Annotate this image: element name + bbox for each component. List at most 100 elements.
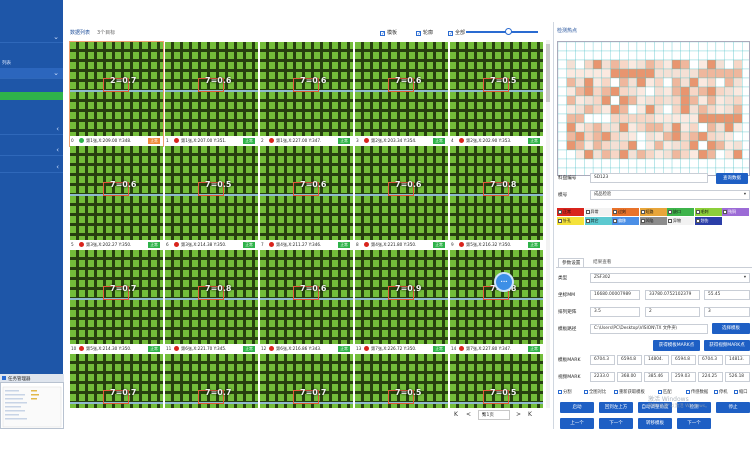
heatmap-cell[interactable] (689, 77, 699, 88)
heatmap-cell[interactable] (663, 122, 673, 133)
grid-pitch-input[interactable]: 3.5 (590, 307, 640, 317)
heatmap-cell[interactable] (698, 104, 708, 115)
heatmap-cell[interactable] (715, 50, 725, 61)
heatmap-cell[interactable] (654, 158, 664, 169)
heatmap-cell[interactable] (663, 86, 673, 97)
heatmap-cell[interactable] (663, 104, 673, 115)
heatmap-cell[interactable] (715, 86, 725, 97)
heatmap-cell[interactable] (584, 149, 594, 160)
heatmap-cell[interactable] (671, 50, 681, 61)
image-tile[interactable]: 7=0.7 (70, 354, 163, 408)
heatmap-cell[interactable] (706, 59, 717, 70)
heatmap-cell[interactable] (698, 59, 708, 70)
heatmap-cell[interactable] (575, 140, 585, 151)
heatmap-cell[interactable] (645, 59, 655, 70)
heatmap-cell[interactable] (566, 104, 576, 115)
heatmap-cell[interactable] (663, 42, 673, 52)
image-tile[interactable]: 7=0.5 4 第2张,X:202.90 Y:353. 正常 (450, 42, 543, 146)
heatmap-cell[interactable] (663, 95, 673, 106)
heatmap-cell[interactable] (566, 77, 576, 88)
status-badge[interactable]: 正常 (338, 242, 350, 248)
position-y-input[interactable]: 33780.0752102379 (645, 290, 700, 300)
heatmap-cell[interactable] (654, 131, 664, 142)
heatmap-cell[interactable] (628, 95, 638, 106)
video-mark-input[interactable]: 526.18 (725, 372, 750, 382)
heatmap-cell[interactable] (575, 50, 585, 61)
defect-tag[interactable]: 短路 (639, 208, 667, 216)
heatmap-cell[interactable] (724, 50, 734, 61)
heatmap-cell[interactable] (654, 68, 664, 79)
heatmap-cell[interactable] (558, 104, 567, 115)
heatmap-cell[interactable] (636, 42, 646, 52)
heatmap-cell[interactable] (680, 149, 690, 160)
heatmap-cell[interactable] (654, 122, 664, 133)
status-badge[interactable]: 正常 (338, 138, 350, 144)
heatmap-cell[interactable] (610, 68, 620, 79)
heatmap-cell[interactable] (698, 131, 708, 142)
heatmap-cell[interactable] (628, 131, 638, 142)
defect-heatmap[interactable] (557, 41, 750, 176)
page-select[interactable]: 第1页 ▾ (478, 410, 510, 420)
heatmap-cell[interactable] (671, 42, 681, 52)
sidebar-item-4[interactable]: ‹ (0, 124, 63, 135)
heatmap-cell[interactable] (584, 42, 594, 52)
heatmap-cell[interactable] (601, 158, 611, 169)
option-checkbox[interactable]: 缩口 (734, 389, 748, 395)
heatmap-cell[interactable] (628, 122, 638, 133)
heatmap-cell[interactable] (566, 122, 576, 133)
image-tile[interactable]: 7=0.6 1 第1张,X:207.00 Y:351. 正常 (165, 42, 258, 146)
sidebar-item-6[interactable]: ‹ (0, 162, 63, 173)
status-badge[interactable]: 正常 (528, 346, 540, 352)
heatmap-cell[interactable] (715, 140, 725, 151)
heatmap-cell[interactable] (671, 113, 681, 124)
status-badge[interactable]: 正常 (338, 346, 350, 352)
heatmap-cell[interactable] (742, 86, 750, 97)
heatmap-cell[interactable] (671, 122, 681, 133)
heatmap-cell[interactable] (645, 77, 655, 88)
heatmap-cell[interactable] (742, 158, 750, 169)
heatmap-cell[interactable] (566, 68, 576, 79)
heatmap-cell[interactable] (663, 140, 673, 151)
next-page-button[interactable]: > (516, 411, 521, 418)
heatmap-cell[interactable] (610, 113, 620, 124)
template-mark-input[interactable]: 6704.3 (698, 355, 723, 365)
heatmap-cell[interactable] (584, 59, 594, 70)
heatmap-cell[interactable] (619, 122, 629, 133)
heatmap-cell[interactable] (715, 131, 725, 142)
heatmap-cell[interactable] (663, 158, 673, 169)
heatmap-cell[interactable] (558, 158, 567, 169)
sidebar-item-5[interactable]: ‹ (0, 145, 63, 156)
heatmap-cell[interactable] (636, 86, 646, 97)
heatmap-cell[interactable] (584, 50, 594, 61)
heatmap-cell[interactable] (645, 140, 655, 151)
heatmap-cell[interactable] (654, 113, 664, 124)
heatmap-cell[interactable] (654, 77, 664, 88)
heatmap-cell[interactable] (671, 68, 681, 79)
defect-tag[interactable]: 偏移 (612, 217, 639, 225)
heatmap-cell[interactable] (628, 77, 638, 88)
image-tile[interactable]: 2=0.7 0 第1张,X:209.00 Y:348. 正常 (69, 41, 164, 147)
image-tile[interactable]: 7=0.6 2 第1张,X:227.00 Y:347. 正常 (260, 42, 353, 146)
heatmap-cell[interactable] (628, 42, 638, 52)
heatmap-cell[interactable] (680, 158, 690, 169)
heatmap-cell[interactable] (558, 140, 567, 151)
heatmap-cell[interactable] (619, 68, 629, 79)
heatmap-cell[interactable] (698, 113, 708, 124)
image-tile[interactable]: 7=0.8 11 第6张,X:221.70 Y:345. 正常 (165, 250, 258, 354)
heatmap-cell[interactable] (742, 42, 750, 52)
heatmap-cell[interactable] (715, 158, 725, 169)
select-template-button[interactable]: 选择模板 (712, 323, 750, 334)
heatmap-cell[interactable] (733, 158, 743, 169)
control-button[interactable]: 下一个 (677, 418, 711, 429)
heatmap-cell[interactable] (698, 122, 708, 133)
heatmap-cell[interactable] (663, 77, 673, 88)
heatmap-cell[interactable] (698, 77, 708, 88)
heatmap-cell[interactable] (610, 122, 620, 133)
heatmap-cell[interactable] (601, 50, 611, 61)
heatmap-cell[interactable] (715, 104, 725, 115)
heatmap-cell[interactable] (645, 42, 655, 52)
heatmap-cell[interactable] (575, 68, 585, 79)
heatmap-cell[interactable] (575, 59, 585, 70)
heatmap-cell[interactable] (575, 131, 585, 142)
tab-params[interactable]: 参数设置 (558, 258, 585, 267)
